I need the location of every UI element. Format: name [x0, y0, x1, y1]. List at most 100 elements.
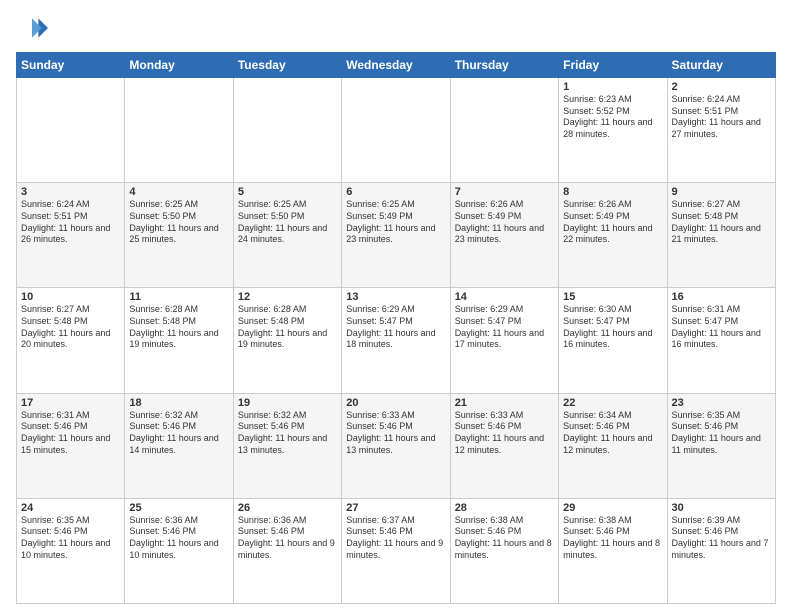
day-number: 22	[563, 397, 662, 409]
page: SundayMondayTuesdayWednesdayThursdayFrid…	[0, 0, 792, 612]
calendar-cell	[342, 78, 450, 183]
day-info: Sunrise: 6:32 AM Sunset: 5:46 PM Dayligh…	[129, 410, 228, 457]
calendar-week-row: 10Sunrise: 6:27 AM Sunset: 5:48 PM Dayli…	[17, 288, 776, 393]
day-info: Sunrise: 6:25 AM Sunset: 5:50 PM Dayligh…	[129, 199, 228, 246]
day-number: 30	[672, 502, 771, 514]
day-number: 29	[563, 502, 662, 514]
day-number: 15	[563, 291, 662, 303]
day-number: 14	[455, 291, 554, 303]
day-number: 16	[672, 291, 771, 303]
day-number: 21	[455, 397, 554, 409]
calendar-cell: 7Sunrise: 6:26 AM Sunset: 5:49 PM Daylig…	[450, 183, 558, 288]
calendar-cell: 12Sunrise: 6:28 AM Sunset: 5:48 PM Dayli…	[233, 288, 341, 393]
day-info: Sunrise: 6:28 AM Sunset: 5:48 PM Dayligh…	[129, 304, 228, 351]
calendar-header-monday: Monday	[125, 53, 233, 78]
day-number: 18	[129, 397, 228, 409]
day-info: Sunrise: 6:25 AM Sunset: 5:49 PM Dayligh…	[346, 199, 445, 246]
day-info: Sunrise: 6:24 AM Sunset: 5:51 PM Dayligh…	[672, 94, 771, 141]
day-info: Sunrise: 6:29 AM Sunset: 5:47 PM Dayligh…	[455, 304, 554, 351]
calendar-cell: 14Sunrise: 6:29 AM Sunset: 5:47 PM Dayli…	[450, 288, 558, 393]
day-number: 19	[238, 397, 337, 409]
calendar-header-thursday: Thursday	[450, 53, 558, 78]
calendar-cell: 22Sunrise: 6:34 AM Sunset: 5:46 PM Dayli…	[559, 393, 667, 498]
day-number: 6	[346, 186, 445, 198]
calendar-cell: 4Sunrise: 6:25 AM Sunset: 5:50 PM Daylig…	[125, 183, 233, 288]
calendar-cell: 1Sunrise: 6:23 AM Sunset: 5:52 PM Daylig…	[559, 78, 667, 183]
day-number: 4	[129, 186, 228, 198]
calendar-cell: 24Sunrise: 6:35 AM Sunset: 5:46 PM Dayli…	[17, 498, 125, 603]
day-info: Sunrise: 6:37 AM Sunset: 5:46 PM Dayligh…	[346, 515, 445, 562]
calendar-week-row: 17Sunrise: 6:31 AM Sunset: 5:46 PM Dayli…	[17, 393, 776, 498]
day-number: 23	[672, 397, 771, 409]
calendar-cell: 10Sunrise: 6:27 AM Sunset: 5:48 PM Dayli…	[17, 288, 125, 393]
day-info: Sunrise: 6:23 AM Sunset: 5:52 PM Dayligh…	[563, 94, 662, 141]
day-info: Sunrise: 6:24 AM Sunset: 5:51 PM Dayligh…	[21, 199, 120, 246]
day-info: Sunrise: 6:38 AM Sunset: 5:46 PM Dayligh…	[455, 515, 554, 562]
day-number: 26	[238, 502, 337, 514]
day-number: 2	[672, 81, 771, 93]
day-number: 12	[238, 291, 337, 303]
day-info: Sunrise: 6:33 AM Sunset: 5:46 PM Dayligh…	[455, 410, 554, 457]
calendar-cell: 21Sunrise: 6:33 AM Sunset: 5:46 PM Dayli…	[450, 393, 558, 498]
day-number: 7	[455, 186, 554, 198]
day-number: 9	[672, 186, 771, 198]
day-number: 8	[563, 186, 662, 198]
calendar-cell: 11Sunrise: 6:28 AM Sunset: 5:48 PM Dayli…	[125, 288, 233, 393]
calendar-cell: 3Sunrise: 6:24 AM Sunset: 5:51 PM Daylig…	[17, 183, 125, 288]
day-info: Sunrise: 6:25 AM Sunset: 5:50 PM Dayligh…	[238, 199, 337, 246]
calendar-cell: 28Sunrise: 6:38 AM Sunset: 5:46 PM Dayli…	[450, 498, 558, 603]
calendar-cell: 25Sunrise: 6:36 AM Sunset: 5:46 PM Dayli…	[125, 498, 233, 603]
calendar-cell: 29Sunrise: 6:38 AM Sunset: 5:46 PM Dayli…	[559, 498, 667, 603]
calendar-cell: 27Sunrise: 6:37 AM Sunset: 5:46 PM Dayli…	[342, 498, 450, 603]
day-info: Sunrise: 6:27 AM Sunset: 5:48 PM Dayligh…	[21, 304, 120, 351]
day-number: 25	[129, 502, 228, 514]
day-info: Sunrise: 6:28 AM Sunset: 5:48 PM Dayligh…	[238, 304, 337, 351]
day-number: 1	[563, 81, 662, 93]
calendar-table: SundayMondayTuesdayWednesdayThursdayFrid…	[16, 52, 776, 604]
calendar-cell	[450, 78, 558, 183]
calendar-week-row: 24Sunrise: 6:35 AM Sunset: 5:46 PM Dayli…	[17, 498, 776, 603]
calendar-header-friday: Friday	[559, 53, 667, 78]
calendar-cell: 15Sunrise: 6:30 AM Sunset: 5:47 PM Dayli…	[559, 288, 667, 393]
day-info: Sunrise: 6:31 AM Sunset: 5:46 PM Dayligh…	[21, 410, 120, 457]
day-number: 13	[346, 291, 445, 303]
calendar-header-tuesday: Tuesday	[233, 53, 341, 78]
header	[16, 12, 776, 44]
day-number: 24	[21, 502, 120, 514]
calendar-cell: 20Sunrise: 6:33 AM Sunset: 5:46 PM Dayli…	[342, 393, 450, 498]
calendar-header-saturday: Saturday	[667, 53, 775, 78]
day-info: Sunrise: 6:36 AM Sunset: 5:46 PM Dayligh…	[238, 515, 337, 562]
day-number: 10	[21, 291, 120, 303]
day-number: 20	[346, 397, 445, 409]
calendar-header-wednesday: Wednesday	[342, 53, 450, 78]
calendar-cell: 18Sunrise: 6:32 AM Sunset: 5:46 PM Dayli…	[125, 393, 233, 498]
day-info: Sunrise: 6:38 AM Sunset: 5:46 PM Dayligh…	[563, 515, 662, 562]
day-info: Sunrise: 6:30 AM Sunset: 5:47 PM Dayligh…	[563, 304, 662, 351]
day-info: Sunrise: 6:35 AM Sunset: 5:46 PM Dayligh…	[672, 410, 771, 457]
day-number: 28	[455, 502, 554, 514]
day-info: Sunrise: 6:39 AM Sunset: 5:46 PM Dayligh…	[672, 515, 771, 562]
day-info: Sunrise: 6:32 AM Sunset: 5:46 PM Dayligh…	[238, 410, 337, 457]
calendar-week-row: 1Sunrise: 6:23 AM Sunset: 5:52 PM Daylig…	[17, 78, 776, 183]
day-number: 3	[21, 186, 120, 198]
calendar-week-row: 3Sunrise: 6:24 AM Sunset: 5:51 PM Daylig…	[17, 183, 776, 288]
day-number: 27	[346, 502, 445, 514]
day-info: Sunrise: 6:26 AM Sunset: 5:49 PM Dayligh…	[455, 199, 554, 246]
day-info: Sunrise: 6:31 AM Sunset: 5:47 PM Dayligh…	[672, 304, 771, 351]
calendar-cell: 13Sunrise: 6:29 AM Sunset: 5:47 PM Dayli…	[342, 288, 450, 393]
calendar-cell: 26Sunrise: 6:36 AM Sunset: 5:46 PM Dayli…	[233, 498, 341, 603]
calendar-cell: 6Sunrise: 6:25 AM Sunset: 5:49 PM Daylig…	[342, 183, 450, 288]
calendar-cell: 16Sunrise: 6:31 AM Sunset: 5:47 PM Dayli…	[667, 288, 775, 393]
day-info: Sunrise: 6:33 AM Sunset: 5:46 PM Dayligh…	[346, 410, 445, 457]
calendar-cell: 9Sunrise: 6:27 AM Sunset: 5:48 PM Daylig…	[667, 183, 775, 288]
logo-icon	[16, 12, 48, 44]
calendar-cell: 5Sunrise: 6:25 AM Sunset: 5:50 PM Daylig…	[233, 183, 341, 288]
day-info: Sunrise: 6:34 AM Sunset: 5:46 PM Dayligh…	[563, 410, 662, 457]
calendar-cell	[125, 78, 233, 183]
calendar-cell: 8Sunrise: 6:26 AM Sunset: 5:49 PM Daylig…	[559, 183, 667, 288]
day-number: 5	[238, 186, 337, 198]
calendar-header-row: SundayMondayTuesdayWednesdayThursdayFrid…	[17, 53, 776, 78]
calendar-cell: 19Sunrise: 6:32 AM Sunset: 5:46 PM Dayli…	[233, 393, 341, 498]
calendar-header-sunday: Sunday	[17, 53, 125, 78]
day-info: Sunrise: 6:35 AM Sunset: 5:46 PM Dayligh…	[21, 515, 120, 562]
